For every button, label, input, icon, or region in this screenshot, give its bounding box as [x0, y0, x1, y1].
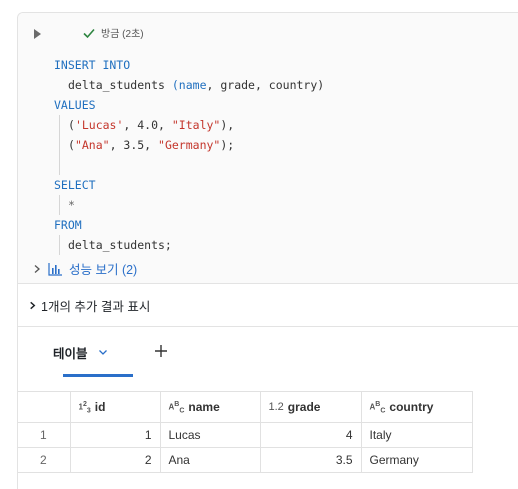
table-row: 2 2 Ana 3.5 Germany [18, 447, 473, 473]
column-header-country[interactable]: ABC country [360, 391, 473, 423]
integer-type-icon: 123 [78, 400, 91, 415]
table-row: 1 1 Lucas 4 Italy [18, 422, 473, 448]
code-line: delta_students; [68, 238, 172, 252]
tab-label: 테이블 [53, 346, 88, 361]
column-header-name[interactable]: ABC name [159, 391, 261, 423]
performance-toggle[interactable]: 성능 보기 (2) [32, 259, 137, 278]
run-cell-button[interactable] [32, 28, 44, 40]
show-more-results[interactable]: 1개의 추가 결과 표시 [18, 284, 518, 326]
add-tab-button[interactable] [154, 344, 168, 358]
chevron-right-icon [34, 264, 40, 273]
code-line: INSERT INTO [54, 58, 131, 72]
cell-status: 방금 (2초) [82, 25, 144, 40]
code-line: ('Lucas', 4.0, "Italy"), [68, 118, 235, 132]
bar-chart-icon [48, 262, 62, 276]
code-line: * [68, 198, 75, 212]
row-index-header [18, 391, 71, 423]
cell-id[interactable]: 1 [69, 422, 161, 448]
results-panel: 테이블 123 id ABC name 1.2 grade ABC countr… [18, 327, 518, 489]
string-type-icon: ABC [168, 400, 185, 415]
code-line: FROM [54, 218, 82, 232]
indent-guide [59, 195, 60, 215]
cell-name[interactable]: Ana [159, 447, 261, 473]
cell-grade[interactable]: 4 [259, 422, 362, 448]
code-line: SELECT [54, 178, 96, 192]
active-tab-indicator [63, 374, 133, 377]
code-editor[interactable]: 방금 (2초) INSERT INTO delta_students (name… [18, 13, 518, 283]
column-header-id[interactable]: 123 id [69, 391, 161, 423]
execution-time: 방금 (2초) [101, 29, 144, 40]
cell-grade[interactable]: 3.5 [259, 447, 362, 473]
column-header-grade[interactable]: 1.2 grade [259, 391, 362, 423]
code-line: ("Ana", 3.5, "Germany"); [68, 138, 235, 152]
results-table: 123id ABCname 1.2grade ABCcountry 1 [18, 391, 473, 473]
string-type-icon: ABC [369, 400, 386, 415]
notebook-cell: 방금 (2초) INSERT INTO delta_students (name… [17, 12, 518, 489]
chevron-down-icon[interactable] [98, 347, 108, 357]
chevron-right-icon [30, 301, 36, 309]
row-index: 1 [18, 422, 71, 448]
table-header-row: 123 id ABC name 1.2 grade ABC country [18, 391, 473, 423]
indent-guide [59, 115, 60, 175]
indent-guide [59, 235, 60, 255]
performance-label: 성능 보기 (2) [69, 263, 138, 277]
check-icon [83, 28, 95, 38]
code-line: VALUES [54, 98, 96, 112]
tab-table[interactable]: 테이블 [53, 327, 122, 377]
cell-country[interactable]: Germany [360, 447, 473, 473]
cell-id[interactable]: 2 [69, 447, 161, 473]
cell-country[interactable]: Italy [360, 422, 473, 448]
row-index: 2 [18, 447, 71, 473]
more-results-label: 1개의 추가 결과 표시 [41, 299, 151, 314]
decimal-type-icon: 1.2 [268, 401, 284, 414]
cell-name[interactable]: Lucas [159, 422, 261, 448]
code-line: delta_students (name, grade, country) [68, 78, 325, 92]
